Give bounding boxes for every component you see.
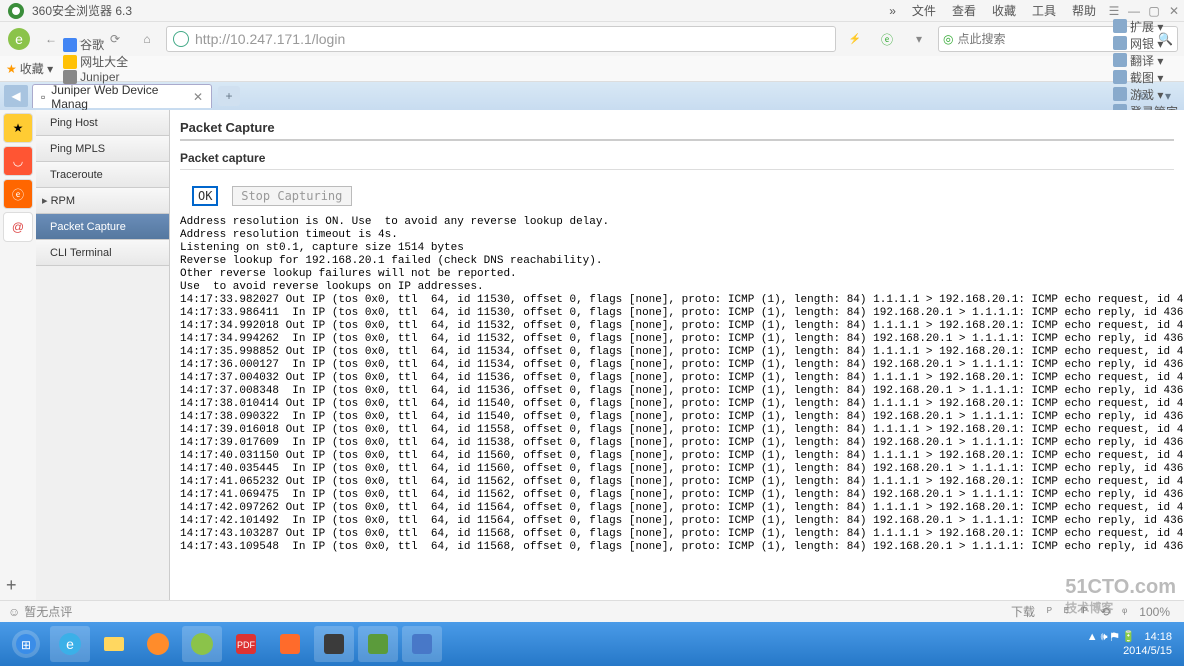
tool-0[interactable]: 扩展 ▾	[1113, 18, 1178, 35]
settings-icon[interactable]: ☰	[1104, 4, 1124, 18]
tool-2[interactable]: 翻译 ▾	[1113, 52, 1178, 69]
svg-text:e: e	[66, 636, 74, 652]
maximize-icon[interactable]: ▢	[1144, 4, 1164, 18]
titlebar: 360安全浏览器 6.3 » 文件 查看 收藏 工具 帮助 ☰ — ▢ ✕	[0, 0, 1184, 22]
status-item-4[interactable]: ⟲	[1100, 605, 1110, 619]
navbar: e ← → ⟳ ⌂ ⚡ ⓔ ▾ ◎ 🔍	[0, 22, 1184, 56]
bookmark-bar: ★收藏 ▾ 谷歌 网址大全 Juniper 520礼物 扩展 ▾ 网银 ▾ 翻译…	[0, 56, 1184, 82]
tab-bar: ◀ ▫ Juniper Web Device Manag ✕ + ⧉ ▾	[0, 82, 1184, 110]
browser-logo2-icon: e	[6, 26, 32, 52]
taskbar: ⊞ e PDF ▲ 🕪 ⚑ 🔋 14:18 2014/5/15	[0, 622, 1184, 666]
taskbar-net-icon[interactable]	[314, 626, 354, 662]
tool-1[interactable]: 网银 ▾	[1113, 35, 1178, 52]
search-provider-icon: ◎	[943, 32, 953, 46]
weibo-app-icon[interactable]: ⓔ	[3, 179, 33, 209]
system-tray[interactable]: ▲ 🕪 ⚑ 🔋 14:18 2014/5/15	[1087, 630, 1180, 658]
svg-text:e: e	[15, 31, 23, 47]
status-item-2[interactable]: ᴱ	[1064, 605, 1069, 619]
taskbar-explorer-icon[interactable]	[94, 626, 134, 662]
fav-app-icon[interactable]: ★	[3, 113, 33, 143]
tab-favicon-icon: ▫	[41, 90, 45, 104]
menu-item-3[interactable]: 收藏	[992, 4, 1016, 18]
ie-mode-icon[interactable]: ⓔ	[874, 26, 900, 52]
sidebar-left: ★ ◡ ⓔ @ +	[0, 110, 36, 600]
taskbar-pdf-icon[interactable]: PDF	[226, 626, 266, 662]
globe-icon	[173, 31, 189, 47]
nav-item-cli terminal[interactable]: CLI Terminal	[36, 240, 169, 266]
start-button[interactable]: ⊞	[6, 626, 46, 662]
status-item-1[interactable]: ᴾ	[1047, 605, 1052, 619]
bookmark-0[interactable]: 谷歌	[63, 36, 128, 53]
add-app-button[interactable]: +	[6, 575, 17, 596]
nav-panel: Ping HostPing MPLSTracerouteRPMPacket Ca…	[36, 110, 170, 600]
svg-text:PDF: PDF	[237, 640, 256, 650]
status-item-6[interactable]: 100%	[1139, 605, 1170, 619]
taskbar-firefox-icon[interactable]	[138, 626, 178, 662]
close-icon[interactable]: ✕	[1164, 4, 1184, 18]
browser-menu: » 文件 查看 收藏 工具 帮助	[881, 2, 1104, 19]
browser-logo-icon	[6, 1, 26, 21]
taskbar-vm-icon[interactable]	[402, 626, 442, 662]
content: Ping HostPing MPLSTracerouteRPMPacket Ca…	[36, 110, 1184, 600]
restore-tab-icon[interactable]: ⧉	[1132, 85, 1156, 107]
taskbar-secure-icon[interactable]	[358, 626, 398, 662]
stop-capturing-button[interactable]: Stop Capturing	[232, 186, 352, 206]
nav-item-ping mpls[interactable]: Ping MPLS	[36, 136, 169, 162]
tab-back-button[interactable]: ◀	[4, 85, 28, 107]
status-comment-icon[interactable]: ☺	[8, 605, 20, 619]
taskbar-shop-icon[interactable]	[270, 626, 310, 662]
taskbar-ie-icon[interactable]: e	[50, 626, 90, 662]
svg-text:⊞: ⊞	[21, 638, 31, 652]
compat-icon[interactable]: ⚡	[842, 26, 868, 52]
ok-button[interactable]: OK	[192, 186, 218, 206]
back-button[interactable]: ←	[38, 26, 64, 52]
nav-item-traceroute[interactable]: Traceroute	[36, 162, 169, 188]
menu-item-1[interactable]: 文件	[912, 4, 936, 18]
status-bar: ☺ 暂无点评 下载 ᴾᴱᴵᴾ ⟲ ᵠ 100%	[0, 600, 1184, 622]
dropdown-icon[interactable]: ▾	[906, 26, 932, 52]
button-row: OK Stop Capturing	[192, 186, 1174, 206]
menu-item-4[interactable]: 工具	[1032, 4, 1056, 18]
url-bar[interactable]	[166, 26, 836, 52]
status-item-0[interactable]: 下载	[1011, 605, 1035, 619]
tab-title: Juniper Web Device Manag	[51, 83, 187, 111]
page-subtitle: Packet capture	[180, 147, 1174, 170]
mail-app-icon[interactable]: @	[3, 212, 33, 242]
new-tab-button[interactable]: +	[218, 86, 240, 106]
home-button[interactable]: ⌂	[134, 26, 160, 52]
status-item-5[interactable]: ᵠ	[1122, 605, 1127, 619]
nav-item-packet capture[interactable]: Packet Capture	[36, 214, 169, 240]
url-input[interactable]	[195, 31, 829, 47]
main-panel: Packet Capture Packet capture OK Stop Ca…	[170, 110, 1184, 600]
menu-item-2[interactable]: 查看	[952, 4, 976, 18]
bookmark-1[interactable]: 网址大全	[63, 53, 128, 70]
tab-close-icon[interactable]: ✕	[193, 90, 203, 104]
minimize-icon[interactable]: —	[1124, 4, 1144, 18]
favorites-button[interactable]: ★收藏 ▾	[6, 60, 53, 77]
tab-menu-icon[interactable]: ▾	[1156, 85, 1180, 107]
page-title: Packet Capture	[180, 116, 1174, 141]
browser-title: 360安全浏览器 6.3	[32, 2, 132, 19]
menu-item-5[interactable]: 帮助	[1072, 4, 1096, 18]
nav-item-ping host[interactable]: Ping Host	[36, 110, 169, 136]
menu-item-0[interactable]: »	[889, 4, 896, 18]
capture-log: Address resolution is ON. Use to avoid a…	[180, 216, 1174, 554]
status-item-3[interactable]: ᴵᴾ	[1081, 605, 1088, 619]
nav-item-rpm[interactable]: RPM	[36, 188, 169, 214]
shop-app-icon[interactable]: ◡	[3, 146, 33, 176]
tab-active[interactable]: ▫ Juniper Web Device Manag ✕	[32, 84, 212, 108]
taskbar-360-icon[interactable]	[182, 626, 222, 662]
tool-3[interactable]: 截图 ▾	[1113, 69, 1178, 86]
status-left: 暂无点评	[24, 603, 72, 620]
